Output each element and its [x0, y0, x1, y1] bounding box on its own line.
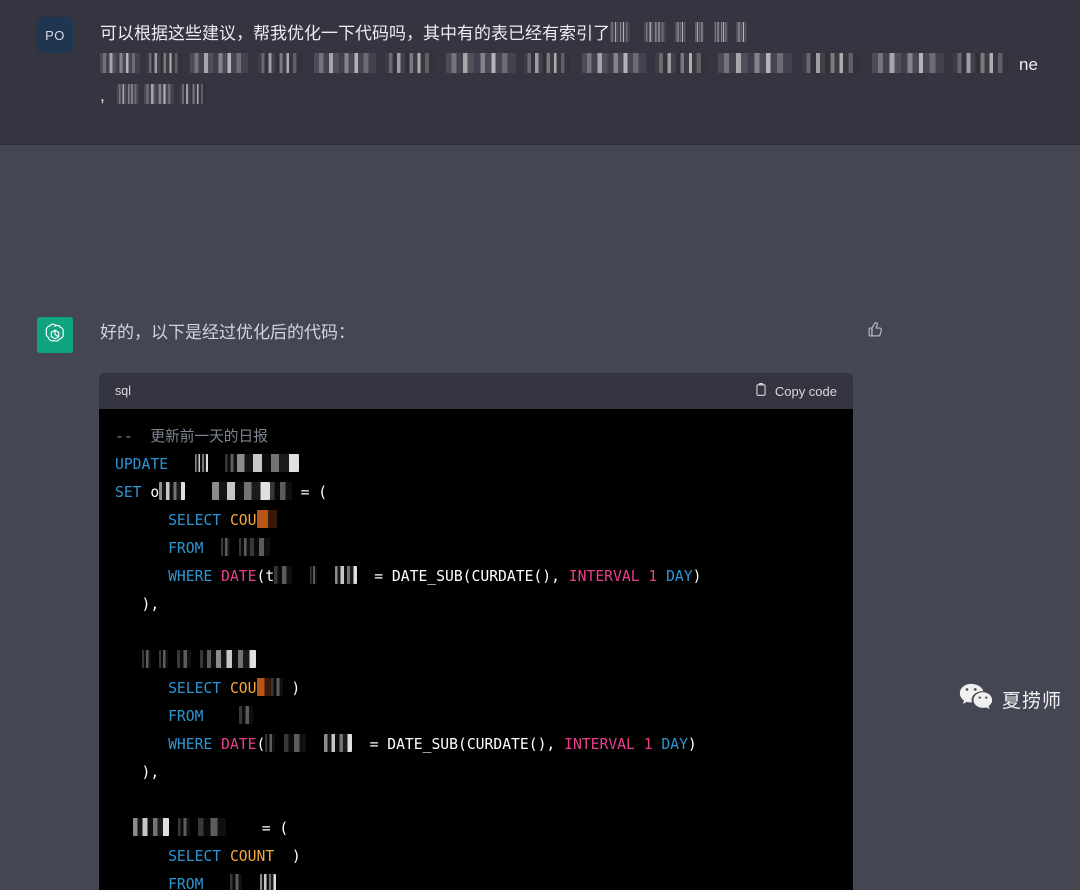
redaction-block [100, 53, 140, 73]
code-block-body[interactable]: -- 更新前一天的日报 UPDATE SET o = ( SELECT COU … [99, 409, 853, 890]
assistant-message-text: 好的，以下是经过优化后的代码： [100, 323, 355, 342]
redaction-block [116, 84, 139, 104]
clipboard-icon [754, 382, 768, 400]
watermark: 夏捞师 [959, 682, 1062, 717]
user-avatar-initials: PO [45, 27, 65, 43]
chatgpt-conversation-page: PO 可以根据这些建议，帮我优化一下代码吗，其中有的表已经有索引了 ne , 好… [0, 0, 1080, 890]
redaction-block [582, 53, 646, 73]
code-block: sql Copy code -- 更新前一天的日报 UPDATE SET o =… [99, 373, 853, 890]
openai-logo-icon [43, 323, 67, 347]
redaction-block [802, 53, 860, 73]
redaction-block [190, 53, 248, 73]
redaction-block [872, 53, 944, 73]
redaction-block [695, 22, 704, 42]
redaction-block [143, 84, 174, 104]
user-message-line-1: 可以根据这些建议，帮我优化一下代码吗，其中有的表已经有索引了 [100, 24, 610, 43]
code-line-comment: -- 更新前一天的日报 [115, 428, 268, 445]
user-message-body: 可以根据这些建议，帮我优化一下代码吗，其中有的表已经有索引了 ne , [100, 18, 1060, 111]
copy-code-label: Copy code [774, 383, 837, 399]
redaction-block [736, 22, 747, 42]
redaction-block [675, 22, 686, 42]
redaction-block [258, 53, 302, 73]
redaction-block [655, 53, 707, 73]
code-content: -- 更新前一天的日报 UPDATE SET o = ( SELECT COU … [115, 428, 702, 890]
redaction-block [718, 53, 792, 73]
watermark-text: 夏捞师 [1001, 691, 1062, 712]
redaction-block [714, 22, 728, 42]
redaction-block [610, 22, 630, 42]
redaction-block [179, 84, 206, 104]
user-message-line-3: , [100, 86, 105, 105]
wechat-icon [959, 682, 993, 717]
thumbs-up-button[interactable] [860, 318, 890, 346]
copy-code-button[interactable]: Copy code [754, 382, 837, 400]
redaction-block [146, 53, 182, 73]
code-language-label: sql [115, 384, 131, 398]
user-message-line-2-tail: ne [1019, 55, 1038, 74]
code-block-header: sql Copy code [99, 373, 853, 409]
redaction-block [385, 53, 435, 73]
user-message-turn: PO 可以根据这些建议，帮我优化一下代码吗，其中有的表已经有索引了 ne , [0, 0, 1080, 145]
redaction-block [953, 53, 1009, 73]
redaction-block [524, 53, 570, 73]
user-avatar: PO [37, 17, 73, 53]
redaction-block [314, 53, 376, 73]
thumbs-up-icon [867, 321, 884, 343]
redaction-block [644, 22, 666, 42]
redaction-block [446, 53, 516, 73]
assistant-avatar [37, 317, 73, 353]
